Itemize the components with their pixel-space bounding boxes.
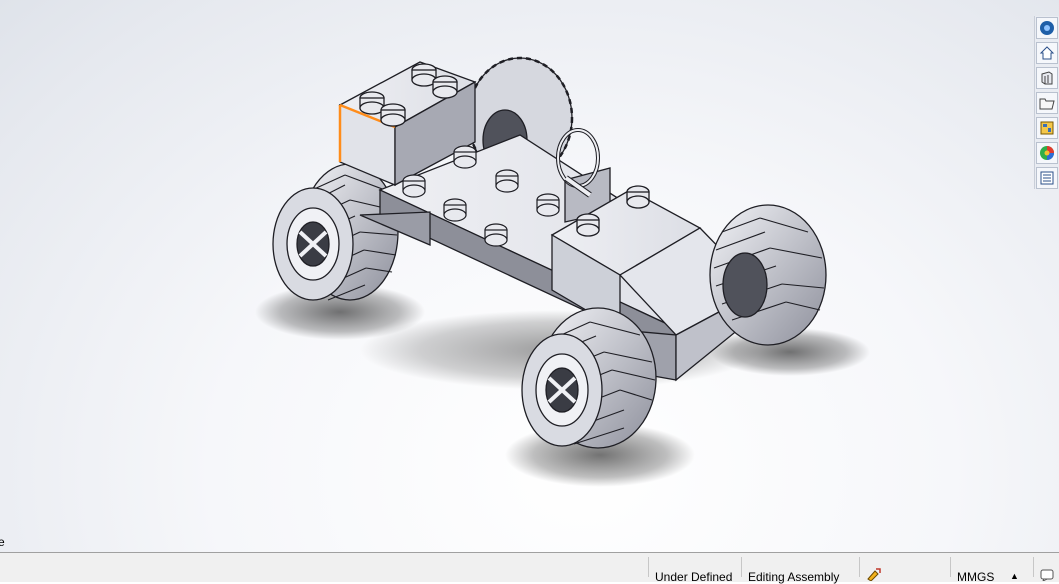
graphics-area[interactable]: e bbox=[0, 0, 1059, 552]
units-menu[interactable]: MMGS bbox=[957, 570, 994, 584]
appearances-icon[interactable] bbox=[1036, 142, 1058, 164]
status-separator bbox=[859, 557, 860, 577]
editing-mode-status: Editing Assembly bbox=[748, 570, 840, 584]
wheel-rear-left[interactable] bbox=[272, 163, 399, 301]
rebuild-icon[interactable] bbox=[866, 567, 882, 581]
left-edge-text-fragment: e bbox=[0, 535, 5, 549]
status-separator bbox=[648, 557, 649, 577]
file-explorer-icon[interactable] bbox=[1036, 92, 1058, 114]
quick-tips-icon[interactable] bbox=[1040, 567, 1056, 581]
units-menu-arrow-icon[interactable]: ▲ bbox=[1010, 571, 1019, 581]
status-separator bbox=[741, 557, 742, 577]
definition-status: Under Defined bbox=[655, 570, 733, 584]
custom-properties-icon[interactable] bbox=[1036, 167, 1058, 189]
status-bar: Under Defined Editing Assembly MMGS ▲ bbox=[0, 552, 1059, 584]
view-palette-icon[interactable] bbox=[1036, 117, 1058, 139]
status-separator bbox=[950, 557, 951, 577]
solidworks-resources-icon[interactable] bbox=[1036, 17, 1058, 39]
car-model[interactable] bbox=[0, 0, 1059, 552]
task-pane-tabs bbox=[1034, 16, 1059, 189]
design-library-icon[interactable] bbox=[1036, 67, 1058, 89]
status-separator bbox=[1033, 557, 1034, 577]
wheel-front-right[interactable] bbox=[709, 204, 827, 346]
home-icon[interactable] bbox=[1036, 42, 1058, 64]
